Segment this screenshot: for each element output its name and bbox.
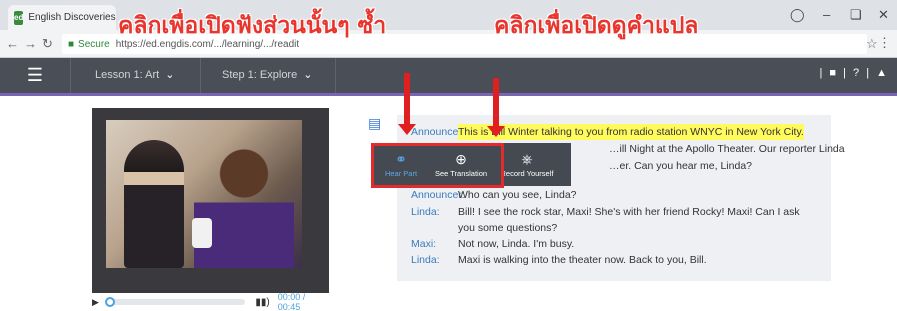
rock-star-figure: [124, 140, 184, 268]
line-text: …er. Can you hear me, Linda?: [609, 160, 753, 172]
maximize-icon[interactable]: ❏: [850, 7, 862, 23]
annotation-highlight-box: [371, 143, 504, 188]
speaker-name: [411, 220, 458, 236]
speaker-name: Linda:: [411, 254, 440, 266]
transcript-icon[interactable]: ▤: [368, 115, 384, 135]
bookmark-star-icon[interactable]: ☆: [866, 36, 878, 52]
transcript-line[interactable]: Linda: Bill! I see the rock star, Maxi! …: [411, 204, 800, 220]
transcript-line[interactable]: Linda: Maxi is walking into the theater …: [411, 252, 707, 268]
hamburger-menu-icon[interactable]: ☰: [0, 58, 70, 93]
media-player: [92, 108, 329, 293]
reporter-figure: [194, 142, 294, 268]
line-text: This is Bill Winter talking to you from …: [458, 124, 804, 140]
secure-label: Secure: [78, 38, 110, 50]
right-nav: | ■ | ? | ▲: [819, 67, 889, 79]
speaker-name: Maxi:: [411, 238, 437, 250]
favicon-icon: ed: [14, 10, 24, 25]
translation-annotation: คลิกเพื่อเปิดดูคำแปล: [494, 13, 699, 39]
back-icon[interactable]: ←: [6, 36, 19, 51]
nav-divider: [200, 58, 201, 93]
nav-divider: [335, 58, 336, 93]
play-icon[interactable]: ▶: [92, 297, 99, 308]
transcript-line[interactable]: Announcer: Who can you see, Linda?: [411, 187, 577, 203]
line-text: Not now, Linda. I'm busy.: [458, 238, 575, 250]
minimize-icon[interactable]: –: [823, 7, 830, 22]
annotation-arrow: [398, 73, 416, 135]
nav-bar-separator: |: [866, 67, 872, 79]
volume-icon[interactable]: ▮▮): [255, 297, 269, 308]
microphone-figure: [192, 218, 212, 248]
lock-icon: ■: [68, 38, 75, 50]
tab-title: English Discoveries: [28, 12, 116, 23]
close-icon[interactable]: ✕: [878, 7, 889, 23]
browser-tab[interactable]: ed English Discoveries: [8, 5, 116, 30]
progress-slider[interactable]: [104, 297, 246, 307]
time-display: 00:00 / 00:45: [277, 292, 306, 311]
reload-icon[interactable]: ↻: [42, 36, 53, 52]
line-text: you some questions?: [458, 222, 558, 234]
annotation-arrow: [487, 78, 505, 137]
transcript-line[interactable]: Announcer: This is Bill Winter talking t…: [411, 124, 804, 140]
speaker-name: Announcer:: [411, 189, 465, 201]
browser-menu-icon[interactable]: ⋮: [878, 35, 891, 51]
speaker-name: Linda:: [411, 206, 440, 218]
lesson-label: Lesson 1: Art: [95, 69, 160, 81]
transcript-line[interactable]: you some questions?: [411, 220, 557, 236]
lesson-dropdown[interactable]: Lesson 1: Art ⌄: [95, 68, 174, 81]
nav-divider: [70, 58, 71, 93]
help-icon[interactable]: ?: [853, 67, 861, 79]
record-yourself-label: Record Yourself: [500, 169, 554, 178]
transcript-panel: Announcer: This is Bill Winter talking t…: [397, 115, 845, 281]
microphone-icon: ⎈: [521, 151, 533, 167]
line-text: …ill Night at the Apollo Theater. Our re…: [609, 143, 845, 155]
chevron-down-icon: ⌄: [165, 69, 175, 81]
step-label: Step 1: Explore: [222, 69, 298, 81]
line-text: Who can you see, Linda?: [458, 189, 577, 201]
hear-part-annotation: คลิกเพื่อเปิดฟังส่วนนั้นๆ ซ้ำ: [118, 13, 387, 39]
user-icon[interactable]: ▲: [876, 67, 889, 79]
lesson-image: [106, 120, 302, 268]
nav-bar-separator: |: [819, 67, 825, 79]
forward-icon[interactable]: →: [24, 36, 37, 51]
step-dropdown[interactable]: Step 1: Explore ⌄: [222, 68, 312, 81]
chevron-down-icon: ⌄: [303, 69, 313, 81]
line-text: Maxi is walking into the theater now. Ba…: [458, 254, 707, 266]
transcript-line[interactable]: Maxi: Not now, Linda. I'm busy.: [411, 236, 574, 252]
app-nav-bar: ☰ Lesson 1: Art ⌄ Step 1: Explore ⌄ | ■ | …: [0, 58, 897, 96]
player-controls: ▶ ▮▮) 00:00 / 00:45: [92, 292, 329, 311]
speaker-name: Announcer:: [411, 126, 465, 138]
nav-bar-separator: |: [843, 67, 848, 79]
progress-knob[interactable]: [104, 297, 115, 307]
messages-icon[interactable]: ■: [829, 67, 838, 79]
account-icon[interactable]: ◯: [790, 7, 805, 23]
line-text: Bill! I see the rock star, Maxi! She's w…: [458, 206, 800, 218]
